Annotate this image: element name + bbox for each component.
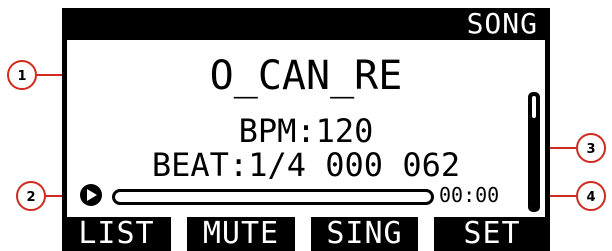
elapsed-time: 00:00: [439, 183, 500, 207]
softkey-sing[interactable]: SING: [311, 217, 418, 251]
callout-4-leader: [546, 195, 576, 197]
softkey-set[interactable]: SET: [434, 217, 550, 251]
callout-4: 4: [576, 181, 606, 211]
mode-title: SONG: [466, 7, 538, 40]
song-name: O_CAN_RE: [209, 53, 403, 99]
header-bar: SONG: [62, 8, 550, 40]
beat-readout: BEAT:1/4 000 062: [151, 146, 461, 184]
softkey-mute[interactable]: MUTE: [187, 217, 295, 251]
callout-1: 1: [7, 60, 37, 90]
volume-meter-empty: [532, 96, 536, 118]
volume-meter[interactable]: [528, 92, 540, 212]
softkey-list[interactable]: LIST: [62, 217, 171, 251]
lcd-screen: SONG O_CAN_RE BPM:120 BEAT:1/4 000 062 0…: [62, 8, 550, 251]
play-icon[interactable]: [80, 184, 102, 206]
callout-2: 2: [16, 181, 46, 211]
bpm-readout: BPM:120: [238, 112, 374, 150]
softkey-bar: LIST MUTE SING SET: [62, 217, 550, 251]
progress-bar[interactable]: [112, 189, 434, 205]
callout-3: 3: [576, 133, 606, 163]
